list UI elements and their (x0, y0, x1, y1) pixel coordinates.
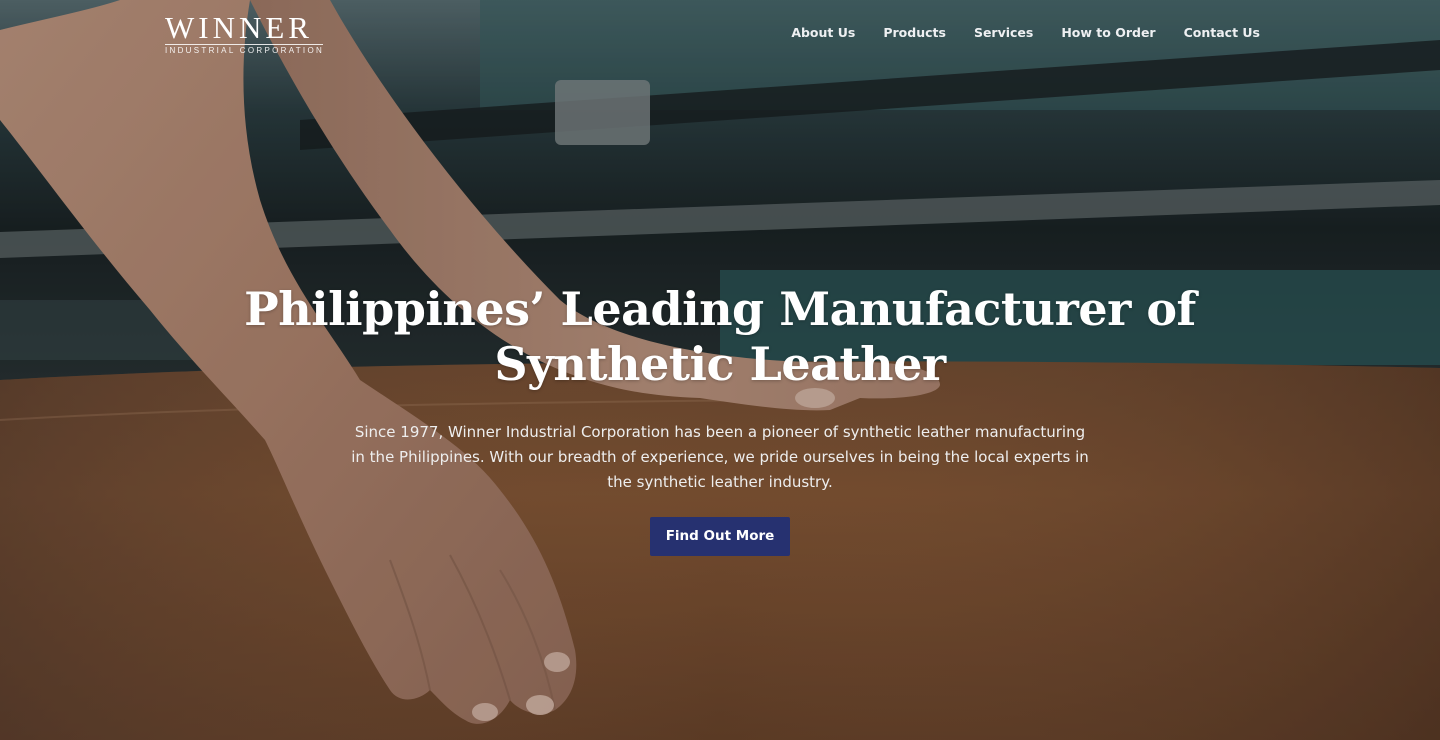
nav-item-services[interactable]: Services (974, 24, 1033, 42)
logo-wordmark: WINNER (165, 10, 313, 45)
nav-item-contact-us[interactable]: Contact Us (1184, 24, 1260, 42)
hero-content: Philippines’ Leading Manufacturer of Syn… (0, 282, 1440, 556)
logo-link[interactable]: WINNER INDUSTRIAL CORPORATION (165, 12, 324, 56)
logo-tagline: INDUSTRIAL CORPORATION (165, 46, 325, 55)
main-nav: About Us Products Services How to Order … (763, 24, 1260, 42)
hero-description: Since 1977, Winner Industrial Corporatio… (351, 423, 1089, 491)
nav-item-products[interactable]: Products (883, 24, 946, 42)
nav-item-about-us[interactable]: About Us (791, 24, 855, 42)
find-out-more-button[interactable]: Find Out More (649, 517, 791, 556)
hero-headline: Philippines’ Leading Manufacturer of Syn… (244, 282, 1196, 391)
nav-item-how-to-order[interactable]: How to Order (1061, 24, 1155, 42)
hero-section: WINNER INDUSTRIAL CORPORATION About Us P… (0, 0, 1440, 740)
